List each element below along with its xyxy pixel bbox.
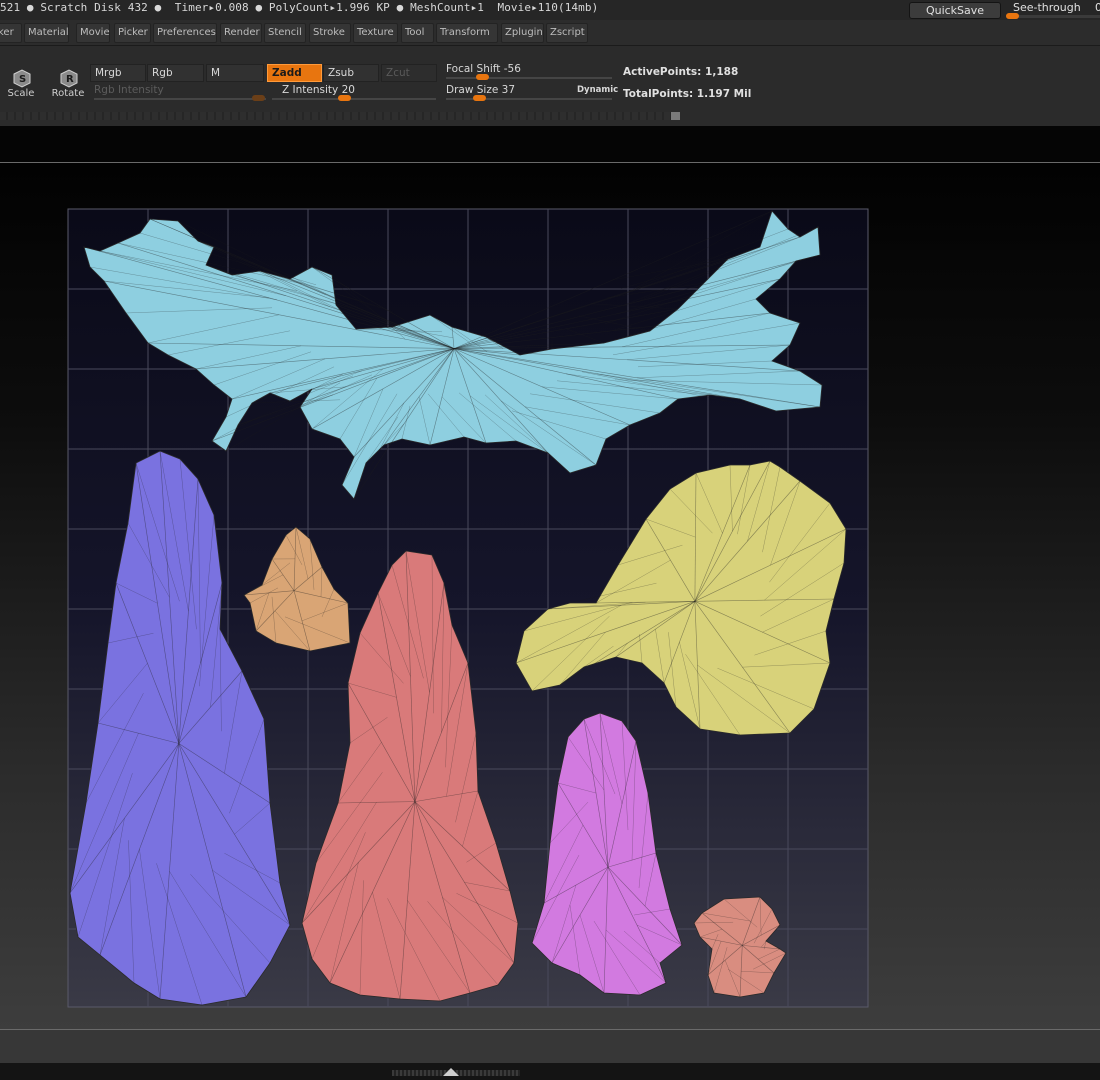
- rgb-intensity-label: Rgb Intensity: [94, 84, 164, 96]
- active-points: ActivePoints: 1,188: [623, 66, 739, 78]
- scale-button[interactable]: S Scale: [1, 66, 41, 102]
- rgb-intensity-track: [94, 98, 266, 100]
- see-through-slider[interactable]: See-through 0: [1006, 0, 1100, 20]
- focal-shift-knob[interactable]: [476, 74, 489, 80]
- rotate-icon: R: [60, 69, 78, 88]
- menu-item-tool[interactable]: Tool: [401, 23, 434, 43]
- menu-item-texture[interactable]: Texture: [353, 23, 398, 43]
- menu-bar: ker Material Movie Picker Preferences Re…: [0, 20, 1100, 46]
- status-text: 521 ● Scratch Disk 432 ● Timer▸0.008 ● P…: [0, 1, 599, 14]
- document-header-strip: [0, 126, 1100, 163]
- bottom-shelf: [0, 1063, 1100, 1080]
- z-intensity-knob[interactable]: [338, 95, 351, 101]
- zsub-button[interactable]: Zsub: [323, 64, 379, 82]
- draw-size-knob[interactable]: [473, 95, 486, 101]
- zadd-button[interactable]: Zadd: [267, 64, 322, 82]
- menu-item-material[interactable]: Material: [24, 23, 69, 43]
- see-through-track: [1006, 15, 1100, 18]
- see-through-value: 0: [1095, 1, 1100, 14]
- focal-shift-track: [446, 77, 612, 79]
- see-through-label: See-through: [1013, 1, 1081, 14]
- draw-size-track: [446, 98, 612, 100]
- toolbar: S Scale R Rotate Mrgb Rgb M Zadd Zsub Zc…: [0, 46, 1100, 126]
- menu-item-zplugin[interactable]: Zplugin: [501, 23, 544, 43]
- menu-item-transform[interactable]: Transform: [436, 23, 498, 43]
- uv-map-view[interactable]: [0, 163, 1100, 1029]
- zcut-button[interactable]: Zcut: [381, 64, 437, 82]
- menu-item-preferences[interactable]: Preferences: [153, 23, 217, 43]
- menu-item-movie[interactable]: Movie: [76, 23, 110, 43]
- expand-up-arrow-icon[interactable]: [443, 1068, 459, 1076]
- scale-icon: S: [13, 69, 31, 88]
- menu-item-picker-partial[interactable]: ker: [0, 23, 22, 43]
- svg-text:S: S: [19, 74, 26, 85]
- svg-text:R: R: [66, 74, 74, 85]
- mrgb-button[interactable]: Mrgb: [90, 64, 146, 82]
- rotate-button[interactable]: R Rotate: [48, 66, 88, 102]
- rgb-button[interactable]: Rgb: [147, 64, 204, 82]
- scale-label: Scale: [7, 88, 35, 99]
- m-button[interactable]: M: [206, 64, 264, 82]
- status-bar: 521 ● Scratch Disk 432 ● Timer▸0.008 ● P…: [0, 0, 1100, 20]
- menu-item-stroke[interactable]: Stroke: [309, 23, 351, 43]
- canvas-viewport[interactable]: [0, 163, 1100, 1029]
- total-points: TotalPoints: 1.197 Mil: [623, 88, 752, 100]
- menu-item-picker[interactable]: Picker: [114, 23, 151, 43]
- menu-item-zscript[interactable]: Zscript: [546, 23, 588, 43]
- menu-item-render[interactable]: Render: [220, 23, 262, 43]
- dynamic-toggle[interactable]: Dynamic: [577, 85, 618, 95]
- z-intensity-track: [272, 98, 436, 100]
- z-intensity-slider[interactable]: Z Intensity 20: [272, 84, 436, 104]
- toolbar-scrollbar[interactable]: [0, 112, 680, 120]
- see-through-knob[interactable]: [1006, 13, 1019, 19]
- menu-item-stencil[interactable]: Stencil: [264, 23, 306, 43]
- bottom-panel: [0, 1029, 1100, 1063]
- quicksave-button[interactable]: QuickSave: [909, 2, 1001, 19]
- rotate-label: Rotate: [51, 88, 85, 99]
- rgb-intensity-knob[interactable]: [252, 95, 265, 101]
- focal-shift-slider[interactable]: Focal Shift -56: [446, 63, 612, 83]
- rgb-intensity-slider[interactable]: Rgb Intensity: [94, 84, 266, 104]
- toolbar-scrollbar-thumb[interactable]: [671, 112, 680, 120]
